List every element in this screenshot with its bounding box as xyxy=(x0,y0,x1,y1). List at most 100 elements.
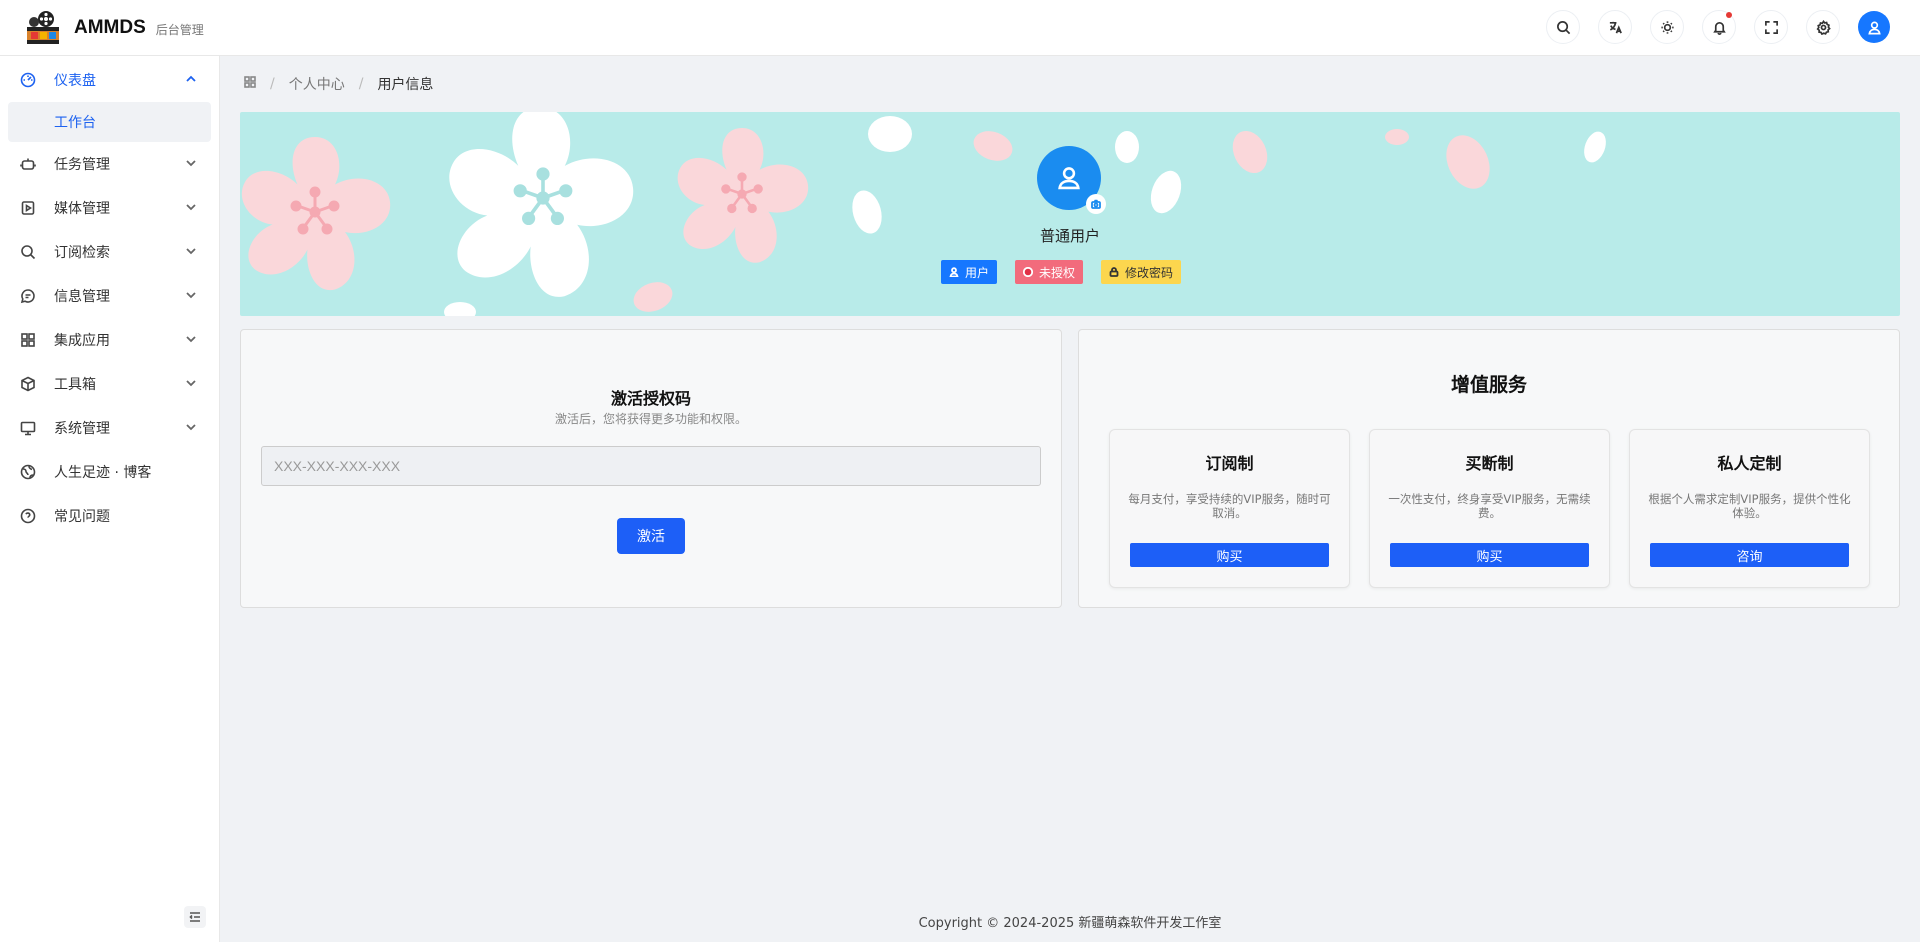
fullscreen-button[interactable] xyxy=(1754,10,1788,44)
sidebar-item-subscription-search[interactable]: 订阅检索 xyxy=(0,230,219,274)
translate-button[interactable] xyxy=(1598,10,1632,44)
chevron-down-icon xyxy=(185,201,197,213)
notifications-button[interactable] xyxy=(1702,10,1736,44)
change-avatar-button[interactable] xyxy=(1086,194,1106,214)
breadcrumb-separator: / xyxy=(358,76,364,92)
sidebar-item-integrations[interactable]: 集成应用 xyxy=(0,318,219,362)
value-added-services-card: 增值服务 订阅制 每月支付，享受持续的VIP服务，随时可取消。 购买 买断制 一… xyxy=(1078,329,1900,608)
sidebar-item-faq[interactable]: 常见问题 xyxy=(0,494,219,538)
plan-description: 每月支付，享受持续的VIP服务，随时可取消。 xyxy=(1128,492,1331,520)
bell-icon xyxy=(1712,21,1726,35)
theme-toggle-button[interactable] xyxy=(1650,10,1684,44)
plan-name: 订阅制 xyxy=(1205,454,1254,473)
sun-icon xyxy=(1660,20,1674,34)
sidebar-subitem-workbench[interactable]: 工作台 xyxy=(8,102,211,142)
user-avatar-button[interactable] xyxy=(1858,11,1890,43)
plan-card-custom: 私人定制 根据个人需求定制VIP服务，提供个性化体验。 咨询 xyxy=(1629,429,1870,588)
plan-description: 一次性支付，终身享受VIP服务，无需续费。 xyxy=(1388,492,1591,520)
brand-subtitle: 后台管理 xyxy=(155,23,204,37)
buy-subscription-button[interactable]: 购买 xyxy=(1130,543,1329,567)
sidebar-item-label: 媒体管理 xyxy=(54,201,110,217)
auth-status-tag: 未授权 xyxy=(1015,260,1084,284)
sidebar-item-label: 任务管理 xyxy=(54,157,110,173)
user-icon xyxy=(1867,21,1881,34)
lock-icon xyxy=(1109,267,1119,277)
activation-code-input[interactable] xyxy=(261,446,1041,486)
dashboard-icon xyxy=(20,72,36,88)
sidebar-item-toolbox[interactable]: 工具箱 xyxy=(0,362,219,406)
fullscreen-icon xyxy=(1764,20,1778,34)
vas-title: 增值服务 xyxy=(1450,374,1527,396)
box-icon xyxy=(20,376,36,392)
sidebar-item-label: 常见问题 xyxy=(54,509,110,525)
sidebar-item-messages[interactable]: 信息管理 xyxy=(0,274,219,318)
breadcrumb-personal-center[interactable]: 个人中心 xyxy=(289,74,345,94)
search-icon xyxy=(20,244,36,260)
chevron-down-icon xyxy=(185,289,197,301)
top-header: AMMDS 后台管理 xyxy=(0,0,1920,56)
change-password-label: 修改密码 xyxy=(1125,265,1174,280)
apps-icon xyxy=(20,332,36,348)
collapse-menu-icon xyxy=(189,912,200,922)
auth-status-label: 未授权 xyxy=(1039,265,1076,280)
activate-button[interactable]: 激活 xyxy=(617,518,685,554)
activation-subtitle: 激活后，您将获得更多功能和权限。 xyxy=(554,412,747,426)
footer-copyright: Copyright © 2024-2025 新疆萌森软件开发工作室 xyxy=(918,916,1222,931)
breadcrumb-separator: / xyxy=(270,76,275,92)
profile-banner: 普通用户 用户 未授权 修改密码 xyxy=(240,112,1900,316)
profile-tags: 用户 未授权 修改密码 xyxy=(941,260,1199,284)
sidebar-item-system[interactable]: 系统管理 xyxy=(0,406,219,450)
translate-icon xyxy=(1609,21,1622,33)
sidebar-collapse-button[interactable] xyxy=(184,906,206,928)
change-password-button[interactable]: 修改密码 xyxy=(1101,260,1182,284)
chevron-down-icon xyxy=(185,157,197,169)
profile-username: 普通用户 xyxy=(1039,227,1100,245)
chevron-up-icon xyxy=(185,73,197,85)
buy-lifetime-button[interactable]: 购买 xyxy=(1390,543,1589,567)
chevron-down-icon xyxy=(185,421,197,433)
sidebar-item-label: 系统管理 xyxy=(54,421,110,437)
plan-name: 买断制 xyxy=(1465,454,1514,473)
role-tag: 用户 xyxy=(941,260,998,284)
plan-card-subscription: 订阅制 每月支付，享受持续的VIP服务，随时可取消。 购买 xyxy=(1109,429,1350,588)
search-button[interactable] xyxy=(1546,10,1580,44)
notification-dot xyxy=(1726,12,1732,18)
sidebar-item-label: 订阅检索 xyxy=(54,245,110,261)
sakura-background-image xyxy=(241,112,1606,316)
monitor-icon xyxy=(20,420,36,436)
activation-title: 激活授权码 xyxy=(610,389,691,408)
media-icon xyxy=(20,200,36,216)
sidebar-item-media[interactable]: 媒体管理 xyxy=(0,186,219,230)
user-icon xyxy=(949,267,959,277)
robot-icon xyxy=(20,156,36,172)
logo[interactable]: AMMDS 后台管理 xyxy=(24,10,204,46)
sidebar-item-label: 信息管理 xyxy=(54,289,110,305)
chevron-down-icon xyxy=(185,377,197,389)
message-icon xyxy=(20,288,36,304)
globe-icon xyxy=(20,464,36,480)
chevron-down-icon xyxy=(185,245,197,257)
sidebar-item-label: 人生足迹 · 博客 xyxy=(54,465,152,481)
home-grid-icon[interactable] xyxy=(244,76,256,92)
user-icon xyxy=(1058,167,1080,190)
chevron-down-icon xyxy=(185,333,197,345)
activation-card: 激活授权码 激活后，您将获得更多功能和权限。 激活 xyxy=(240,329,1062,608)
sidebar-item-dashboard[interactable]: 仪表盘 xyxy=(0,58,219,102)
settings-button[interactable] xyxy=(1806,10,1840,44)
gear-icon xyxy=(1816,19,1831,35)
camera-icon xyxy=(1091,199,1101,209)
sidebar-item-label: 工具箱 xyxy=(54,377,96,393)
plan-card-lifetime: 买断制 一次性支付，终身享受VIP服务，无需续费。 购买 xyxy=(1369,429,1610,588)
sidebar-item-blog[interactable]: 人生足迹 · 博客 xyxy=(0,450,219,494)
film-camera-logo-icon xyxy=(24,10,62,46)
brand-name: AMMDS xyxy=(74,16,146,38)
search-icon xyxy=(1556,20,1570,34)
header-tools xyxy=(1528,10,1890,44)
help-icon xyxy=(20,508,36,524)
sidebar-item-label: 集成应用 xyxy=(54,333,110,349)
sidebar-item-tasks[interactable]: 任务管理 xyxy=(0,142,219,186)
sidebar: 仪表盘 工作台 任务管理 媒体管理 订阅检索 信息管理 集成应用 工具箱 系统管… xyxy=(0,56,220,942)
breadcrumb: / 个人中心 / 用户信息 xyxy=(244,74,433,94)
consult-custom-button[interactable]: 咨询 xyxy=(1650,543,1849,567)
role-tag-label: 用户 xyxy=(965,265,990,280)
